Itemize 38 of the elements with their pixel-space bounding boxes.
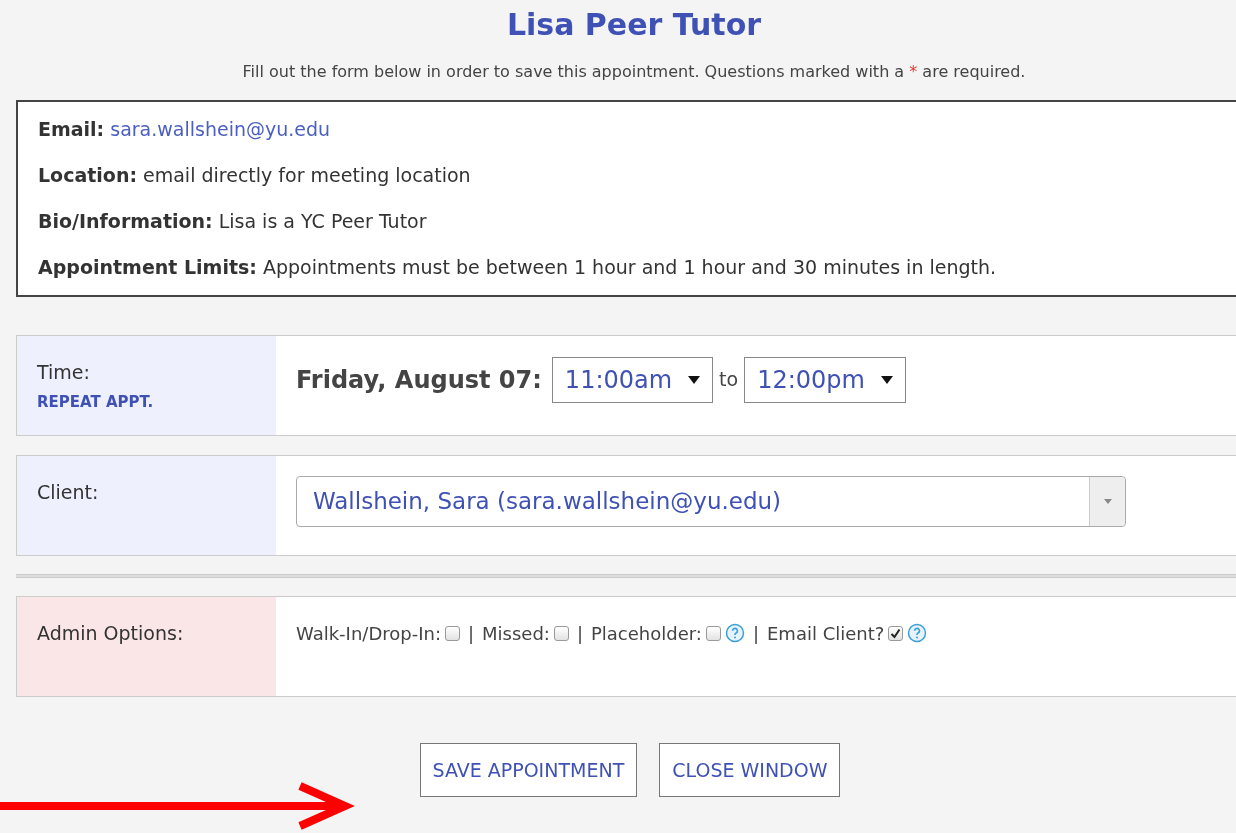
info-value: email directly for meeting location (143, 163, 471, 188)
checkbox[interactable] (444, 625, 460, 641)
save-button[interactable]: SAVE APPOINTMENT (419, 743, 638, 797)
field-label: Client: (37, 481, 99, 503)
option-label: Walk-In/Drop-In: (296, 621, 441, 646)
client-select[interactable]: Wallshein, Sara (sara.wallshein@yu.edu) (296, 476, 1126, 527)
info-label: Appointment Limits: (38, 255, 257, 280)
separator-text: | (467, 621, 475, 646)
separator-text: | (752, 621, 759, 646)
date-label: Friday, August 07: (296, 364, 542, 396)
field-label: Admin Options: (37, 622, 184, 644)
close-button[interactable]: CLOSE WINDOW (659, 743, 841, 797)
option-label: Email Client? (767, 621, 885, 646)
email-link[interactable]: sara.wallshein@yu.edu (110, 116, 331, 143)
info-value: Lisa is a YC Peer Tutor (218, 209, 427, 234)
info-label: Email: (38, 117, 105, 142)
field-label: Time: (37, 360, 91, 385)
caret-icon (1103, 499, 1112, 504)
help-icon[interactable] (724, 623, 745, 643)
start-time-select[interactable]: 11:00am (551, 356, 714, 403)
repeat-link[interactable]: REPEAT APPT. (37, 390, 154, 413)
checkbox[interactable] (553, 625, 569, 641)
caret-icon (880, 375, 893, 384)
info-label: Bio/Information: (38, 209, 213, 234)
option-label: Placeholder: (591, 621, 702, 646)
dropdown-toggle[interactable] (1089, 477, 1125, 526)
instructions-text: Fill out the form below in order to save this appointment. Questions marked with a * are required. (241, 61, 1027, 83)
checkbox[interactable] (705, 625, 721, 641)
info-value: Appointments must be between 1 hour and 1 hour and 30 minutes in length. (262, 255, 997, 280)
caret-icon (688, 375, 701, 384)
checkbox[interactable] (888, 625, 904, 641)
separator-text: | (576, 621, 583, 646)
option-label: Missed: (482, 621, 550, 646)
info-label: Location: (38, 163, 138, 188)
end-time-select[interactable]: 12:00pm (744, 356, 906, 403)
checkmark-icon (890, 627, 902, 639)
to-text: to (719, 367, 739, 393)
page-title: Lisa Peer Tutor (505, 6, 763, 44)
